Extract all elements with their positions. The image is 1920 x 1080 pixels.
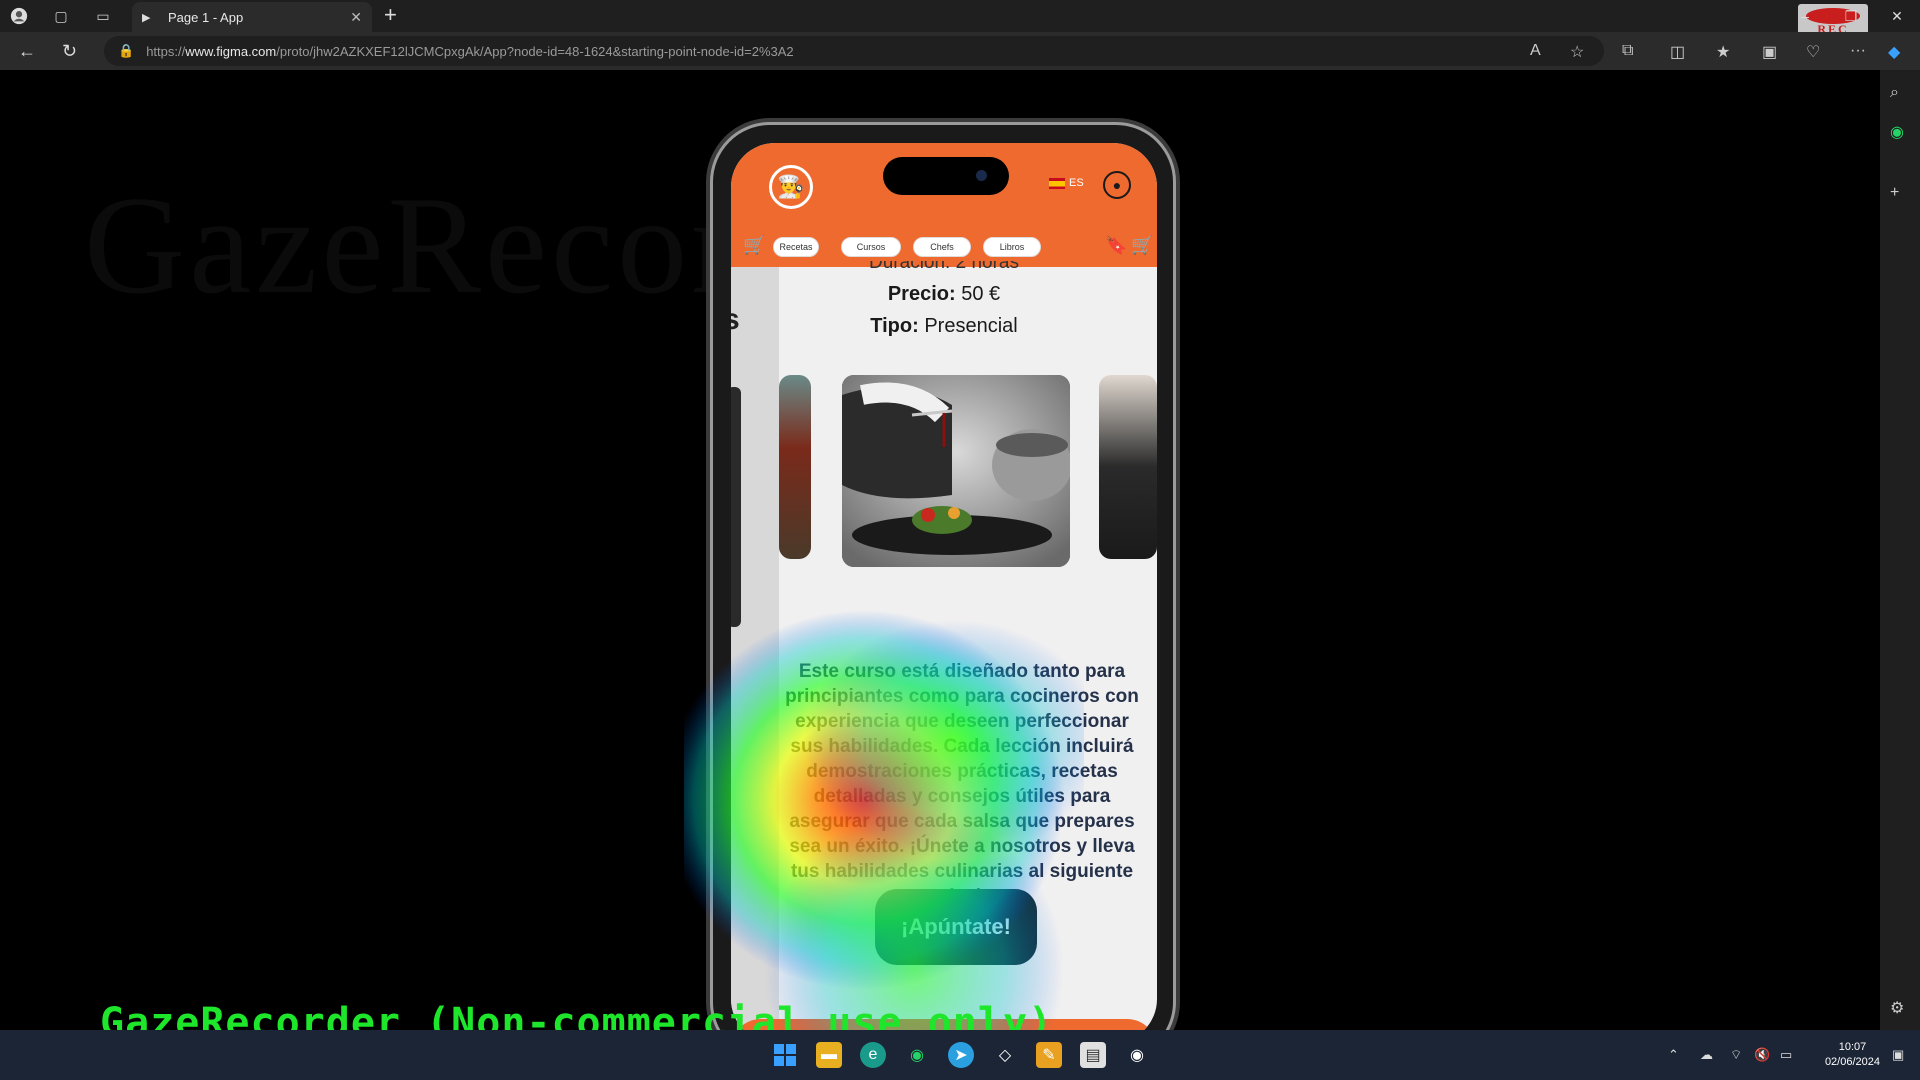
onedrive-icon[interactable]: ☁ bbox=[1700, 1047, 1713, 1063]
browser-essentials-icon[interactable]: ♡ bbox=[1806, 42, 1820, 62]
chef-plating-image bbox=[842, 375, 1070, 567]
back-icon[interactable]: ← bbox=[18, 41, 36, 62]
extensions-icon[interactable]: ⧉ bbox=[1622, 42, 1633, 60]
edge-browser-icon[interactable]: e bbox=[860, 1042, 886, 1068]
telegram-icon[interactable]: ➤ bbox=[948, 1042, 974, 1068]
language-selector[interactable]: ES bbox=[1049, 177, 1084, 189]
file-explorer-icon[interactable]: ▬ bbox=[816, 1042, 842, 1068]
browser-tab-bar: ▢ ▭ ▶ Page 1 - App ✕ + REC – ❐ ✕ bbox=[0, 0, 1920, 38]
dynamic-island bbox=[883, 157, 1009, 195]
phone-frame: 👨‍🍳 ES ● 🛒 Recetas Cursos Chefs Libros 🔖… bbox=[710, 122, 1176, 1030]
chef-logo-icon[interactable]: 👨‍🍳 bbox=[769, 165, 813, 209]
notepad-icon[interactable]: ▤ bbox=[1080, 1042, 1106, 1068]
clock-date: 02/06/2024 bbox=[1824, 1056, 1880, 1068]
carousel-card-next[interactable] bbox=[1099, 375, 1157, 559]
clock-time: 10:07 bbox=[1838, 1041, 1867, 1053]
price-value: 50 € bbox=[961, 283, 1001, 305]
workspaces-icon[interactable]: ▢ bbox=[52, 7, 70, 25]
cart-icon-right[interactable]: 🛒 bbox=[1131, 235, 1153, 256]
settings-gear-icon[interactable]: ⚙ bbox=[1890, 998, 1904, 1018]
favorites-icon[interactable]: ★ bbox=[1716, 42, 1730, 62]
tab-active[interactable]: ▶ Page 1 - App ✕ bbox=[132, 2, 372, 32]
windows-taskbar: ▬ e ◉ ➤ ◇ ✎ ▤ ◉ ⌃ ☁ ⌔ 🔇 ▭ 10:07 02/06/20… bbox=[0, 1030, 1920, 1080]
figma-play-icon: ▶ bbox=[142, 11, 151, 24]
signup-button[interactable]: ¡Apúntate! bbox=[875, 889, 1037, 965]
window-controls: – ❐ ✕ bbox=[1782, 0, 1920, 32]
battery-icon[interactable]: ▭ bbox=[1780, 1047, 1792, 1063]
split-screen-icon[interactable]: ◫ bbox=[1670, 42, 1685, 62]
nav-pill-chefs[interactable]: Chefs bbox=[913, 237, 971, 257]
more-menu-icon[interactable]: ··· bbox=[1850, 42, 1866, 60]
windows-start-icon[interactable] bbox=[772, 1042, 798, 1068]
eye-tracker-icon[interactable]: ◉ bbox=[1124, 1042, 1150, 1068]
wifi-icon[interactable]: ⌔ bbox=[1730, 1047, 1742, 1063]
volume-muted-icon[interactable]: 🔇 bbox=[1754, 1047, 1770, 1063]
phone-screen: 👨‍🍳 ES ● 🛒 Recetas Cursos Chefs Libros 🔖… bbox=[731, 143, 1157, 1030]
cart-icon[interactable]: 🛒 bbox=[743, 235, 765, 256]
copilot-icon[interactable]: ◆ bbox=[1888, 42, 1900, 62]
price-label: Precio: bbox=[887, 283, 956, 305]
spain-flag-icon bbox=[1049, 177, 1065, 189]
carousel-card-prev[interactable] bbox=[779, 375, 811, 559]
close-window-button[interactable]: ✕ bbox=[1874, 8, 1920, 25]
bookmark-icon[interactable]: 🔖 bbox=[1105, 235, 1127, 256]
type-line: Tipo: Presencial bbox=[731, 315, 1157, 338]
tab-actions-icon[interactable]: ▭ bbox=[94, 7, 112, 25]
refresh-icon[interactable]: ↻ bbox=[62, 41, 77, 62]
url-path: /proto/jhw2AZKXEF12lJCMCpxgAk/App?node-i… bbox=[276, 43, 794, 59]
address-toolbar: ← ↻ 🔒 https://www.figma.com/proto/jhw2AZ… bbox=[0, 32, 1920, 70]
carousel-card-main[interactable] bbox=[842, 375, 1070, 567]
url-domain: www.figma.com bbox=[185, 43, 277, 59]
user-account-icon[interactable]: ● bbox=[1103, 171, 1131, 199]
whatsapp-taskbar-icon[interactable]: ◉ bbox=[904, 1042, 930, 1068]
gazerecorder-overlay-text: GazeRecorder (Non-commercial use only) bbox=[100, 1000, 1054, 1030]
language-label: ES bbox=[1069, 177, 1084, 189]
lock-icon: 🔒 bbox=[118, 43, 135, 58]
notifications-icon[interactable]: ▣ bbox=[1892, 1047, 1904, 1063]
restore-button[interactable]: ❐ bbox=[1828, 8, 1874, 25]
course-description: Este curso está diseñado tanto para prin… bbox=[785, 661, 1139, 907]
whatsapp-icon[interactable]: ◉ bbox=[1890, 122, 1904, 142]
add-sidebar-icon[interactable]: + bbox=[1890, 184, 1899, 202]
nav-pill-recetas[interactable]: Recetas bbox=[773, 237, 819, 257]
new-tab-button[interactable]: + bbox=[384, 4, 397, 26]
edge-sidebar: ⌕ ◉ + ⚙ bbox=[1880, 70, 1920, 1030]
url-bar[interactable]: 🔒 https://www.figma.com/proto/jhw2AZKXEF… bbox=[104, 36, 1604, 66]
tab-title: Page 1 - App bbox=[168, 9, 244, 25]
price-line: Precio: 50 € bbox=[731, 283, 1157, 306]
left-overlay-panel: s bbox=[731, 267, 779, 1030]
tab-close-icon[interactable]: ✕ bbox=[350, 9, 362, 26]
nav-pill-libros[interactable]: Libros bbox=[983, 237, 1041, 257]
type-label: Tipo: bbox=[870, 315, 919, 337]
taskbar-clock[interactable]: 10:07 02/06/2024 bbox=[1825, 1040, 1880, 1070]
favorite-star-icon[interactable]: ☆ bbox=[1570, 42, 1584, 62]
paint-app-icon[interactable]: ✎ bbox=[1036, 1042, 1062, 1068]
collections-icon[interactable]: ▣ bbox=[1762, 42, 1777, 62]
duration-line-partial: Duración: 2 horas bbox=[869, 261, 1019, 273]
nav-row: 🛒 Recetas Cursos Chefs Libros 🔖 🛒 bbox=[731, 231, 1157, 259]
minimize-button[interactable]: – bbox=[1782, 8, 1828, 24]
tray-chevron-icon[interactable]: ⌃ bbox=[1668, 1047, 1679, 1063]
type-value: Presencial bbox=[924, 315, 1018, 337]
url-prefix: https:// bbox=[146, 43, 186, 59]
profile-icon[interactable] bbox=[10, 7, 28, 25]
read-aloud-icon[interactable]: A bbox=[1530, 42, 1541, 60]
page-viewport: GazeRecorder 👨‍🍳 ES ● 🛒 Recetas Cursos C… bbox=[4, 70, 1876, 1030]
cube-app-icon[interactable]: ◇ bbox=[992, 1042, 1018, 1068]
nav-pill-cursos[interactable]: Cursos bbox=[841, 237, 901, 257]
search-icon[interactable]: ⌕ bbox=[1890, 84, 1899, 102]
